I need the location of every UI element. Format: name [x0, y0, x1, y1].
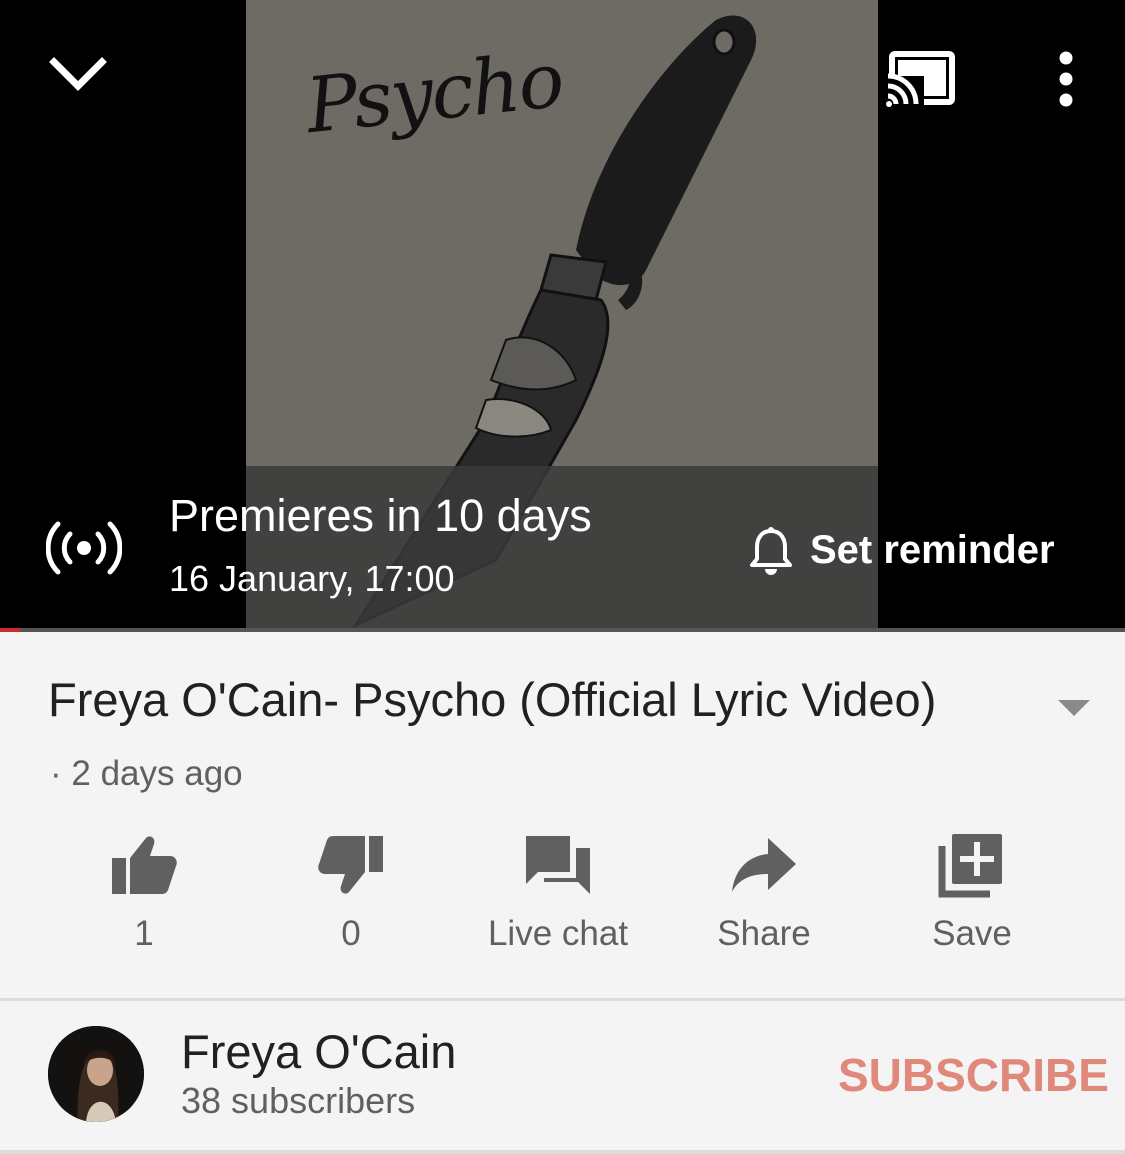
video-player[interactable]: Psycho Premieres in 10 days 16 January, … [0, 0, 1125, 632]
video-meta: · 2 days ago [50, 754, 243, 793]
premiere-datetime: 16 January, 17:00 [169, 558, 455, 599]
live-chat-button[interactable]: Live chat [458, 826, 658, 966]
set-reminder-button[interactable]: Set reminder [748, 522, 1055, 578]
cast-button[interactable] [884, 46, 958, 110]
divider [0, 1150, 1125, 1154]
premiere-countdown: Premieres in 10 days [169, 490, 592, 541]
save-label: Save [932, 914, 1012, 953]
subscriber-count: 38 subscribers [181, 1080, 416, 1121]
bell-icon [750, 527, 792, 575]
like-button[interactable]: 1 [44, 826, 244, 966]
share-label: Share [717, 914, 811, 953]
dislike-count: 0 [341, 914, 361, 953]
arrow-drop-down-icon [1058, 700, 1090, 716]
share-button[interactable]: Share [664, 826, 864, 966]
progress-bar[interactable] [0, 628, 1125, 632]
video-title: Freya O'Cain- Psycho (Official Lyric Vid… [48, 673, 937, 726]
like-count: 1 [134, 914, 154, 953]
live-broadcast-icon [45, 520, 123, 576]
channel-avatar[interactable] [48, 1026, 144, 1122]
dislike-button[interactable]: 0 [251, 826, 451, 966]
playlist-add-icon [938, 834, 1002, 898]
channel-name[interactable]: Freya O'Cain [181, 1024, 456, 1079]
save-button[interactable]: Save [872, 826, 1072, 966]
expand-description-button[interactable] [1054, 696, 1094, 720]
chat-icon [526, 836, 590, 894]
subscribe-button[interactable]: SUBSCRIBE [838, 1048, 1109, 1102]
set-reminder-label: Set reminder [810, 527, 1055, 572]
thumb-down-icon [318, 836, 383, 894]
more-options-button[interactable] [1040, 46, 1092, 112]
cast-icon [884, 51, 955, 107]
action-bar: 1 0 Live chat Share Save [0, 826, 1125, 966]
live-chat-label: Live chat [487, 914, 629, 953]
more-vert-icon [1059, 51, 1073, 107]
divider [0, 998, 1125, 1001]
thumb-up-icon [112, 836, 177, 894]
chevron-down-icon [49, 57, 107, 91]
collapse-button[interactable] [46, 44, 110, 104]
share-arrow-icon [732, 838, 796, 892]
